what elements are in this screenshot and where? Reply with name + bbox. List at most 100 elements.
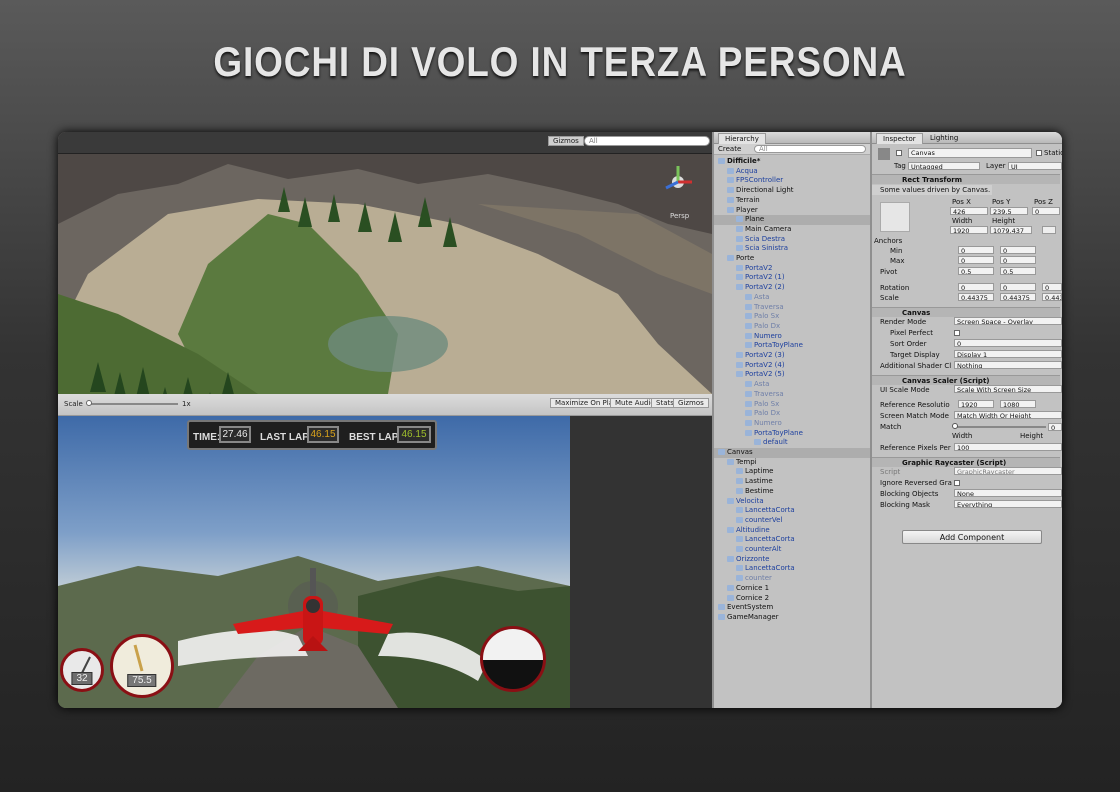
active-checkbox[interactable]	[896, 150, 902, 156]
hierarchy-item[interactable]: Palo Sx	[714, 400, 870, 410]
hierarchy-item[interactable]: Lastime	[714, 477, 870, 487]
hierarchy-item[interactable]: PortaV2 (4)	[714, 361, 870, 371]
hierarchy-item[interactable]: FPSController	[714, 176, 870, 186]
hierarchy-item[interactable]: Numero	[714, 332, 870, 342]
hierarchy-item[interactable]: Canvas	[714, 448, 870, 458]
scale-slider-handle[interactable]	[86, 400, 92, 406]
inspector-tab[interactable]: Inspector	[876, 133, 923, 144]
hierarchy-item[interactable]: LancettaCorta	[714, 535, 870, 545]
hierarchy-item[interactable]: Cornice 1	[714, 584, 870, 594]
hierarchy-item[interactable]: Player	[714, 206, 870, 216]
lighting-tab[interactable]: Lighting	[930, 134, 958, 142]
add-component-button[interactable]: Add Component	[902, 530, 1042, 544]
scale-x-field[interactable]: 0.44375	[958, 293, 994, 301]
layer-dropdown[interactable]: UI	[1008, 162, 1062, 170]
hierarchy-item[interactable]: Acqua	[714, 167, 870, 177]
scene-gizmos-button[interactable]: Gizmos	[548, 136, 584, 146]
match-value-field[interactable]: 0	[1048, 423, 1062, 431]
scale-z-field[interactable]: 0.44375	[1042, 293, 1062, 301]
rotation-x-field[interactable]: 0	[958, 283, 994, 291]
raw-edit-button[interactable]	[1042, 226, 1056, 234]
scale-slider[interactable]	[88, 403, 178, 405]
canvas-scaler-header[interactable]: Canvas Scaler (Script)	[872, 375, 1060, 385]
hierarchy-item[interactable]: Palo Dx	[714, 409, 870, 419]
render-mode-dropdown[interactable]: Screen Space - Overlay	[954, 317, 1062, 325]
hierarchy-search-input[interactable]: All	[754, 145, 866, 153]
reference-ppu-field[interactable]: 100	[954, 443, 1062, 451]
hierarchy-item[interactable]: Porte	[714, 254, 870, 264]
ignore-reversed-checkbox[interactable]	[954, 480, 960, 486]
hierarchy-item[interactable]: Asta	[714, 293, 870, 303]
target-display-dropdown[interactable]: Display 1	[954, 350, 1062, 358]
hierarchy-item[interactable]: LancettaCorta	[714, 564, 870, 574]
sort-order-field[interactable]: 0	[954, 339, 1062, 347]
pivot-x-field[interactable]: 0.5	[958, 267, 994, 275]
max-x-field[interactable]: 0	[958, 256, 994, 264]
hierarchy-item[interactable]: PortaV2 (1)	[714, 273, 870, 283]
hierarchy-item[interactable]: EventSystem	[714, 603, 870, 613]
scale-y-field[interactable]: 0.44375	[1000, 293, 1036, 301]
scene-orientation-gizmo[interactable]	[658, 162, 698, 212]
hierarchy-item[interactable]: counterAlt	[714, 545, 870, 555]
blocking-mask-dropdown[interactable]: Everything	[954, 500, 1062, 508]
shader-channels-dropdown[interactable]: Nothing	[954, 361, 1062, 369]
hierarchy-item[interactable]: Difficile*	[714, 157, 870, 167]
hierarchy-item[interactable]: Traversa	[714, 303, 870, 313]
min-y-field[interactable]: 0	[1000, 246, 1036, 254]
rotation-y-field[interactable]: 0	[1000, 283, 1036, 291]
rect-transform-header[interactable]: Rect Transform	[872, 174, 1060, 184]
hierarchy-item[interactable]: Laptime	[714, 467, 870, 477]
hierarchy-item[interactable]: Numero	[714, 419, 870, 429]
hierarchy-item[interactable]: Scia Sinistra	[714, 244, 870, 254]
hierarchy-item[interactable]: Palo Sx	[714, 312, 870, 322]
hierarchy-item[interactable]: Traversa	[714, 390, 870, 400]
hierarchy-item[interactable]: PortaV2 (2)	[714, 283, 870, 293]
tag-dropdown[interactable]: Untagged	[908, 162, 980, 170]
reference-resolution-x[interactable]: 1920	[958, 400, 994, 408]
hierarchy-item[interactable]: Velocita	[714, 497, 870, 507]
hierarchy-item[interactable]: Terrain	[714, 196, 870, 206]
hierarchy-item[interactable]: Directional Light	[714, 186, 870, 196]
hierarchy-item[interactable]: PortaV2 (5)	[714, 370, 870, 380]
match-slider-handle[interactable]	[952, 423, 958, 429]
blocking-objects-dropdown[interactable]: None	[954, 489, 1062, 497]
hierarchy-item[interactable]: counterVel	[714, 516, 870, 526]
hierarchy-item[interactable]: LancettaCorta	[714, 506, 870, 516]
pivot-y-field[interactable]: 0.5	[1000, 267, 1036, 275]
game-gizmos-button[interactable]: Gizmos	[673, 398, 709, 408]
game-view[interactable]: Scale 1x Maximize On Play Mute Audio Sta…	[58, 394, 712, 708]
pixel-perfect-checkbox[interactable]	[954, 330, 960, 336]
scene-view[interactable]: Gizmos All Persp	[58, 132, 712, 394]
width-field[interactable]: 1920	[950, 226, 988, 234]
hierarchy-item[interactable]: Plane	[714, 215, 870, 225]
screen-match-mode-dropdown[interactable]: Match Width Or Height	[954, 411, 1062, 419]
canvas-component-header[interactable]: Canvas	[872, 307, 1060, 317]
persp-label[interactable]: Persp	[670, 212, 689, 220]
hierarchy-item[interactable]: PortaV2 (3)	[714, 351, 870, 361]
hierarchy-item[interactable]: PortaToyPlane	[714, 429, 870, 439]
hierarchy-item[interactable]: Bestime	[714, 487, 870, 497]
max-y-field[interactable]: 0	[1000, 256, 1036, 264]
hierarchy-item[interactable]: Orizzonte	[714, 555, 870, 565]
height-field[interactable]: 1079.437	[990, 226, 1032, 234]
hierarchy-item[interactable]: PortaV2	[714, 264, 870, 274]
min-x-field[interactable]: 0	[958, 246, 994, 254]
static-checkbox[interactable]	[1036, 150, 1042, 156]
rotation-z-field[interactable]: 0	[1042, 283, 1062, 291]
hierarchy-tab[interactable]: Hierarchy	[718, 133, 766, 144]
object-name-field[interactable]: Canvas	[908, 148, 1032, 158]
anchor-presets-button[interactable]	[880, 202, 910, 232]
scene-search-input[interactable]: All	[584, 136, 710, 146]
hierarchy-item[interactable]: GameManager	[714, 613, 870, 623]
graphic-raycaster-header[interactable]: Graphic Raycaster (Script)	[872, 457, 1060, 467]
pos-z-field[interactable]: 0	[1032, 207, 1060, 215]
hierarchy-item[interactable]: counter	[714, 574, 870, 584]
hierarchy-item[interactable]: Tempi	[714, 458, 870, 468]
hierarchy-item[interactable]: Asta	[714, 380, 870, 390]
hierarchy-item[interactable]: default	[714, 438, 870, 448]
hierarchy-item[interactable]: Palo Dx	[714, 322, 870, 332]
pos-x-field[interactable]: 426	[950, 207, 988, 215]
hierarchy-item[interactable]: PortaToyPlane	[714, 341, 870, 351]
pos-y-field[interactable]: 239.5	[990, 207, 1028, 215]
reference-resolution-y[interactable]: 1080	[1000, 400, 1036, 408]
